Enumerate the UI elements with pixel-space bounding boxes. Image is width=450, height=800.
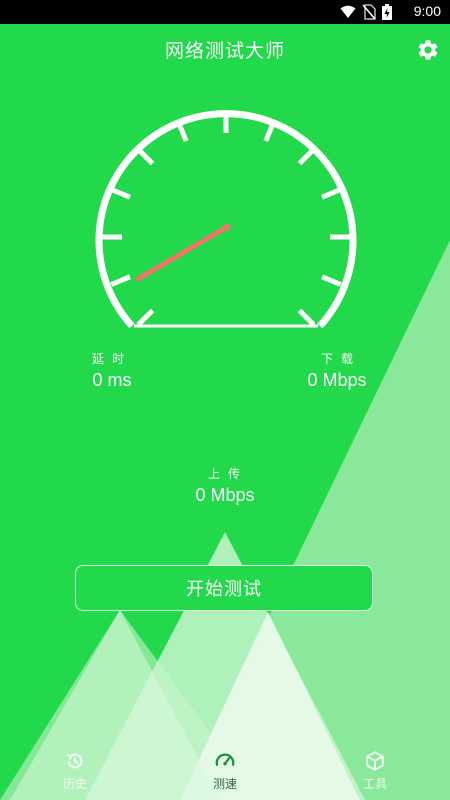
- gauge-tick: [136, 308, 155, 327]
- status-bar: 9:00: [0, 0, 450, 24]
- page-title: 网络测试大师: [164, 40, 285, 62]
- status-time: 9:00: [413, 3, 441, 19]
- gear-icon[interactable]: [416, 38, 440, 62]
- nav-item-history[interactable]: 历史: [35, 750, 115, 798]
- gauge-tick: [321, 187, 342, 200]
- gauge-tick: [297, 147, 316, 166]
- start-test-button[interactable]: 开始测试: [75, 565, 373, 611]
- gauge-tick: [321, 274, 342, 287]
- gauge-tick: [297, 308, 316, 327]
- download-label: 下载: [320, 352, 361, 366]
- speedometer-icon: [215, 753, 235, 766]
- gauge-tick: [136, 147, 155, 166]
- gauge-tick: [110, 274, 131, 287]
- no-sim-icon: [362, 4, 376, 20]
- nav-label-history: 历史: [62, 777, 87, 791]
- status-icons: [340, 4, 392, 20]
- nav-item-tools[interactable]: 工具: [335, 750, 415, 798]
- wifi-icon: [340, 5, 356, 18]
- nav-label-speedtest: 测速: [212, 777, 237, 791]
- cube-icon: [366, 751, 384, 771]
- nav-item-speedtest[interactable]: 测速: [185, 750, 265, 798]
- speed-gauge: [95, 110, 357, 329]
- latency-label: 延时: [91, 352, 132, 366]
- upload-label: 上传: [207, 467, 248, 481]
- gauge-needle-tip: [223, 223, 231, 231]
- latency-value: 0 ms: [92, 370, 132, 390]
- nav-label-tools: 工具: [362, 777, 387, 791]
- gauge-needle: [135, 224, 230, 282]
- gauge-arc: [95, 110, 357, 329]
- gauge-tick: [176, 121, 189, 142]
- gauge-tick: [110, 187, 131, 200]
- gauge-tick: [263, 121, 276, 142]
- history-icon: [66, 753, 83, 769]
- download-value: 0 Mbps: [307, 370, 367, 390]
- upload-value: 0 Mbps: [195, 485, 255, 505]
- battery-charging-icon: [382, 4, 392, 20]
